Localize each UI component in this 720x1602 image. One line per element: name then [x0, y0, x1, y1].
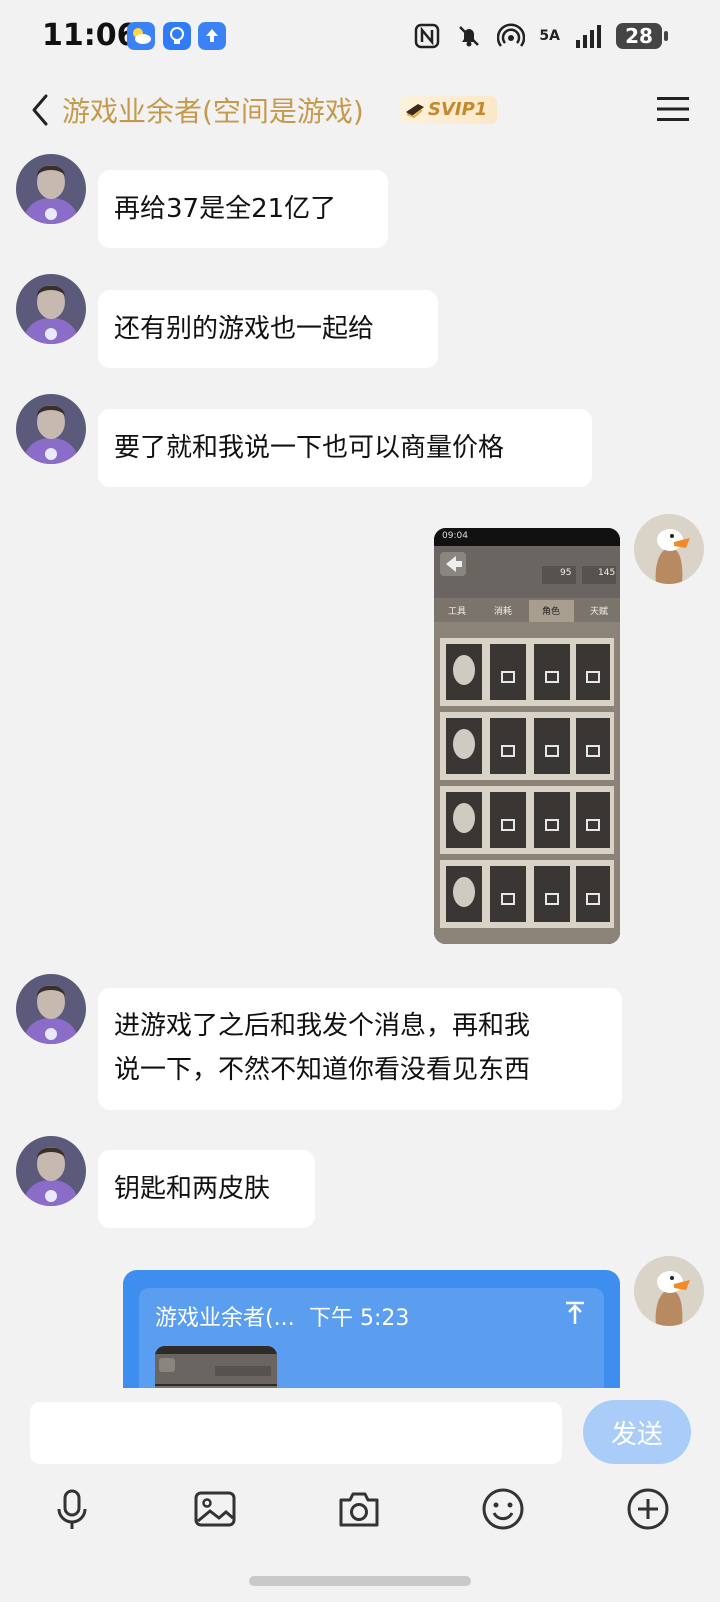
home-indicator[interactable]: [249, 1576, 471, 1586]
composer: 发送: [0, 1388, 720, 1602]
forwarded-chat-inner: 游戏业余者(... 下午 5:23: [139, 1288, 604, 1390]
image-message[interactable]: 09:04 95 145 工具 消耗 角色 天赋: [434, 528, 620, 944]
contact-avatar[interactable]: [16, 394, 86, 464]
forwarded-sender: 游戏业余者(...: [155, 1306, 295, 1331]
shot-tab: 天赋: [590, 607, 609, 617]
message-bubble[interactable]: 钥匙和两皮肤: [98, 1150, 315, 1228]
back-icon[interactable]: [22, 90, 62, 130]
message-text: 钥匙和两皮肤: [114, 1174, 271, 1204]
message-line: 说一下，不然不知道你看没看见东西: [114, 1055, 531, 1085]
battery-level: 28: [625, 24, 653, 48]
bulb-app-icon: [163, 22, 191, 50]
weather-app-icon: [127, 22, 155, 50]
send-button[interactable]: 发送: [583, 1400, 691, 1464]
shot-tab: 角色: [542, 607, 561, 617]
message-bubble[interactable]: 要了就和我说一下也可以商量价格: [98, 409, 592, 487]
my-avatar[interactable]: [634, 1256, 704, 1326]
shot-coins-b: 145: [598, 568, 616, 578]
message-text: 要了就和我说一下也可以商量价格: [114, 433, 505, 463]
signal-icon: [576, 25, 601, 48]
forwarded-image-thumb: [155, 1346, 277, 1390]
camera-icon[interactable]: [337, 1487, 381, 1531]
svip-cap-icon: [406, 104, 424, 119]
image-icon[interactable]: [193, 1487, 237, 1531]
forwarded-chat-card[interactable]: 游戏业余者(... 下午 5:23: [123, 1270, 620, 1390]
contact-avatar[interactable]: [16, 154, 86, 224]
chat-header: 游戏业余者(空间是游戏) SVIP1: [0, 74, 720, 146]
message-text: 还有别的游戏也一起给: [114, 314, 375, 344]
contact-avatar[interactable]: [16, 1136, 86, 1206]
menu-icon[interactable]: [656, 94, 690, 124]
shot-status-time: 09:04: [442, 531, 468, 541]
svip-badge: SVIP1: [400, 96, 498, 124]
mic-icon[interactable]: [50, 1487, 94, 1531]
mute-icon: [459, 26, 480, 47]
svip-label: SVIP1: [428, 99, 488, 120]
message-input[interactable]: [30, 1402, 562, 1464]
message-text: 进游戏了之后和我发个消息，再和我 说一下，不然不知道你看没看见东西: [114, 1004, 530, 1092]
chat-title[interactable]: 游戏业余者(空间是游戏): [62, 90, 364, 130]
status-icons: 5A 28: [413, 20, 668, 52]
message-bubble[interactable]: 还有别的游戏也一起给: [98, 290, 438, 368]
contact-avatar[interactable]: [16, 974, 86, 1044]
message-bubble[interactable]: 进游戏了之后和我发个消息，再和我 说一下，不然不知道你看没看见东西: [98, 988, 622, 1110]
shot-tab: 工具: [448, 607, 467, 617]
nfc-icon: [415, 23, 440, 49]
my-avatar[interactable]: [634, 514, 704, 584]
status-bar: 11:06 5A 28: [0, 0, 720, 74]
message-text: 再给37是全21亿了: [114, 194, 337, 224]
shot-tab: 消耗: [494, 607, 513, 617]
emoji-icon[interactable]: [481, 1487, 525, 1531]
message-line: 进游戏了之后和我发个消息，再和我: [114, 1011, 531, 1041]
contact-avatar[interactable]: [16, 274, 86, 344]
message-bubble[interactable]: 再给37是全21亿了: [98, 170, 388, 248]
network-label: 5A: [539, 28, 560, 44]
battery-icon: 28: [616, 23, 668, 49]
shot-coins-a: 95: [560, 568, 572, 578]
plus-icon[interactable]: [626, 1487, 670, 1531]
hotspot-icon: [497, 23, 526, 47]
upload-app-icon: [198, 22, 226, 50]
status-time: 11:06: [42, 18, 138, 53]
forwarded-time: 下午 5:23: [309, 1306, 410, 1331]
collapse-icon[interactable]: [564, 1300, 586, 1326]
